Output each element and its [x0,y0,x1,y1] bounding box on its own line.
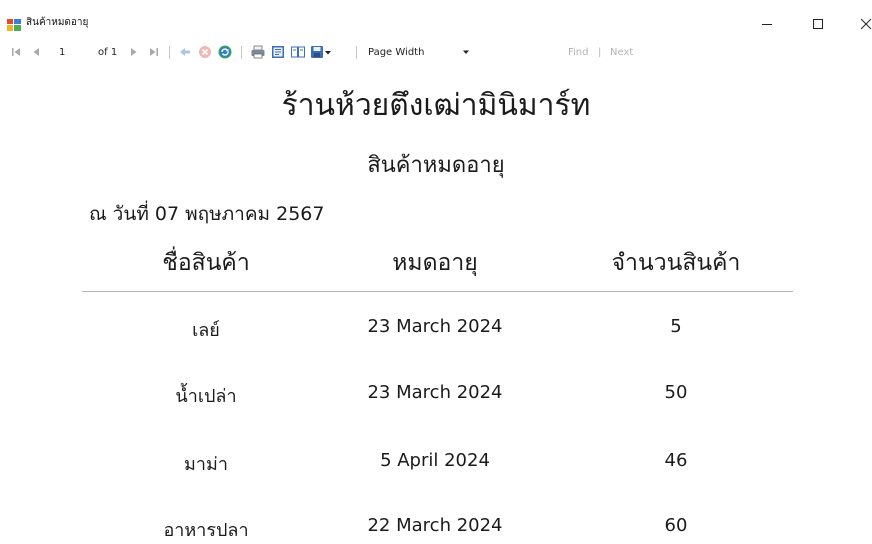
column-header-quantity: จำนวนสินค้า [611,250,741,276]
window-title: สินค้าหมดอายุ [26,17,89,28]
maximize-button[interactable] [795,10,841,38]
first-page-icon[interactable] [8,41,24,63]
cell-product-name: มาม่า [184,454,228,475]
print-icon[interactable] [250,41,266,63]
print-layout-icon[interactable] [270,41,286,63]
column-header-product-name: ชื่อสินค้า [162,250,250,276]
cell-expiry: 23 March 2024 [367,316,503,337]
cell-quantity: 60 [664,515,688,536]
cell-quantity: 50 [664,382,688,403]
close-button[interactable] [843,10,872,38]
cell-quantity: 5 [670,316,682,337]
report-title: ร้านห้วยตึงเฒ่ามินิมาร์ท [281,88,591,123]
cell-quantity: 46 [664,450,688,471]
cell-product-name: อาหารปลา [163,520,249,541]
page-count-label: of 1 [98,46,118,58]
zoom-select[interactable]: Page Width [368,41,424,63]
toolbar-separator [356,46,357,59]
back-icon[interactable] [177,41,193,63]
toolbar-separator [169,46,170,59]
last-page-icon[interactable] [146,41,162,63]
cell-product-name: เลย์ [192,320,220,341]
previous-page-icon[interactable] [28,41,44,63]
cell-product-name: น้ำเปล่า [175,386,237,407]
cell-expiry: 23 March 2024 [367,382,503,403]
header-divider [82,291,793,292]
stop-icon[interactable] [197,41,213,63]
report-subtitle: สินค้าหมดอายุ [367,153,505,178]
app-icon [7,16,21,31]
cell-expiry: 22 March 2024 [367,515,503,536]
toolbar-separator [241,46,242,59]
cell-expiry: 5 April 2024 [380,450,490,471]
report-date: ณ วันที่ 07 พฤษภาคม 2567 [89,203,325,225]
page-number-input[interactable]: 1 [59,41,89,63]
find-link[interactable]: Find [568,41,589,63]
column-header-expiry: หมดอายุ [392,250,478,276]
next-page-icon[interactable] [126,41,142,63]
page-setup-icon[interactable] [290,41,306,63]
refresh-icon[interactable] [217,41,233,63]
next-link[interactable]: Next [610,41,633,63]
report-toolbar: 1 of 1 Page Width Find | Next [0,41,872,63]
export-icon[interactable] [310,41,334,63]
window-titlebar: สินค้าหมดอายุ [0,0,872,40]
zoom-dropdown-icon[interactable] [462,41,470,63]
minimize-button[interactable] [744,10,790,38]
find-separator: | [598,46,602,58]
